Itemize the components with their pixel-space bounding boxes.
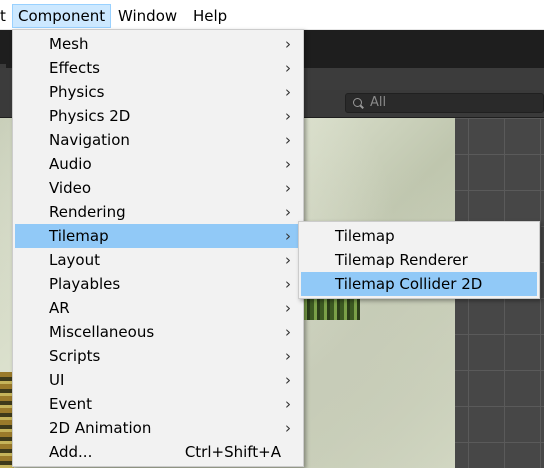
chevron-right-icon: › xyxy=(285,371,291,389)
menu-item-tilemap[interactable]: Tilemap › xyxy=(15,224,301,248)
chevron-right-icon: › xyxy=(285,59,291,77)
chevron-right-icon: › xyxy=(285,131,291,149)
menu-item-effects[interactable]: Effects › xyxy=(15,56,301,80)
menu-item-rendering[interactable]: Rendering › xyxy=(15,200,301,224)
menu-item-label: Add... xyxy=(49,443,93,461)
menu-item-label: Rendering xyxy=(49,203,126,221)
submenu-item-tilemap[interactable]: Tilemap xyxy=(301,224,537,248)
menu-item-label: Event xyxy=(49,395,92,413)
chevron-right-icon: › xyxy=(285,107,291,125)
chevron-right-icon: › xyxy=(285,299,291,317)
menu-item-miscellaneous[interactable]: Miscellaneous › xyxy=(15,320,301,344)
menu-item-label: Audio xyxy=(49,155,92,173)
menu-item-add[interactable]: Add... Ctrl+Shift+A xyxy=(15,440,301,464)
menu-item-2d-animation[interactable]: 2D Animation › xyxy=(15,416,301,440)
component-menu: Mesh › Effects › Physics › Physics 2D › … xyxy=(12,29,304,467)
menu-edit-partial[interactable]: t xyxy=(0,4,11,28)
chevron-right-icon: › xyxy=(285,203,291,221)
menu-item-navigation[interactable]: Navigation › xyxy=(15,128,301,152)
menu-bar: t Component Window Help xyxy=(0,0,544,30)
menu-item-video[interactable]: Video › xyxy=(15,176,301,200)
menu-item-label: Video xyxy=(49,179,92,197)
submenu-item-tilemap-renderer[interactable]: Tilemap Renderer xyxy=(301,248,537,272)
menu-window[interactable]: Window xyxy=(113,4,182,28)
chevron-right-icon: › xyxy=(285,347,291,365)
chevron-right-icon: › xyxy=(285,83,291,101)
keyboard-shortcut: Ctrl+Shift+A xyxy=(184,443,281,461)
chevron-right-icon: › xyxy=(285,419,291,437)
tile-sprite-block xyxy=(300,296,360,320)
menu-item-label: Tilemap xyxy=(49,227,109,245)
menu-item-physics[interactable]: Physics › xyxy=(15,80,301,104)
menu-help[interactable]: Help xyxy=(188,4,232,28)
chevron-right-icon: › xyxy=(285,35,291,53)
menu-item-label: Miscellaneous xyxy=(49,323,155,341)
menu-item-label: Scripts xyxy=(49,347,101,365)
tilemap-submenu: Tilemap Tilemap Renderer Tilemap Collide… xyxy=(298,221,540,299)
menu-item-label: Physics xyxy=(49,83,105,101)
chevron-right-icon: › xyxy=(285,227,291,245)
menu-item-ar[interactable]: AR › xyxy=(15,296,301,320)
menu-item-label: Tilemap Renderer xyxy=(335,251,468,269)
menu-component[interactable]: Component xyxy=(12,4,111,28)
chevron-right-icon: › xyxy=(285,275,291,293)
menu-item-event[interactable]: Event › xyxy=(15,392,301,416)
search-icon xyxy=(353,98,362,107)
menu-item-label: Effects xyxy=(49,59,100,77)
chevron-right-icon: › xyxy=(285,251,291,269)
chevron-right-icon: › xyxy=(285,179,291,197)
menu-item-physics-2d[interactable]: Physics 2D › xyxy=(15,104,301,128)
menu-item-label: Tilemap Collider 2D xyxy=(335,275,483,293)
chevron-right-icon: › xyxy=(285,323,291,341)
menu-item-label: Mesh xyxy=(49,35,89,53)
menu-item-label: 2D Animation xyxy=(49,419,152,437)
submenu-item-tilemap-collider-2d[interactable]: Tilemap Collider 2D xyxy=(301,272,537,296)
menu-item-scripts[interactable]: Scripts › xyxy=(15,344,301,368)
menu-item-ui[interactable]: UI › xyxy=(15,368,301,392)
menu-item-label: Layout xyxy=(49,251,100,269)
menu-item-playables[interactable]: Playables › xyxy=(15,272,301,296)
chevron-right-icon: › xyxy=(285,395,291,413)
menu-item-layout[interactable]: Layout › xyxy=(15,248,301,272)
menu-item-label: Navigation xyxy=(49,131,130,149)
chevron-right-icon: › xyxy=(285,155,291,173)
hierarchy-search-input[interactable]: All xyxy=(345,93,544,113)
menu-item-mesh[interactable]: Mesh › xyxy=(15,32,301,56)
search-placeholder: All xyxy=(370,95,387,110)
menu-item-label: Playables xyxy=(49,275,121,293)
menu-item-audio[interactable]: Audio › xyxy=(15,152,301,176)
menu-item-label: UI xyxy=(49,371,65,389)
menu-item-label: Tilemap xyxy=(335,227,395,245)
menu-item-label: AR xyxy=(49,299,70,317)
menu-item-label: Physics 2D xyxy=(49,107,131,125)
